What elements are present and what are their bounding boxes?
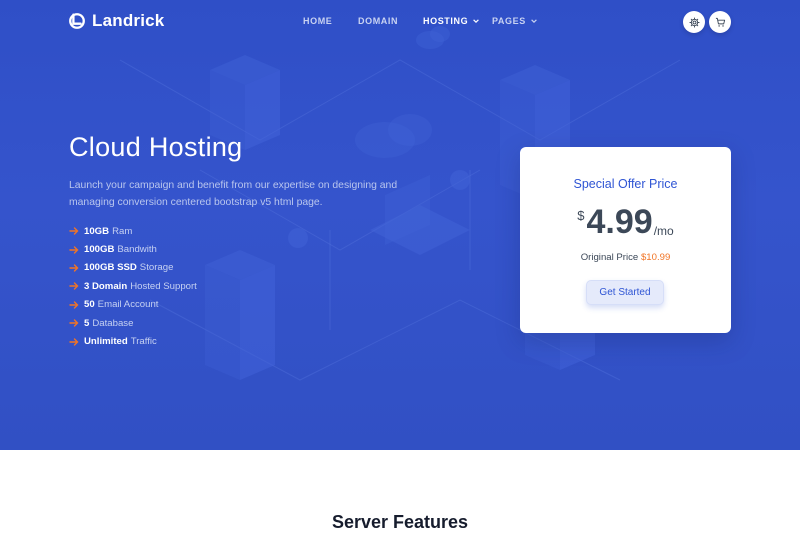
list-item: 3 Domain Hosted Support: [69, 277, 197, 295]
gear-icon: [688, 16, 700, 28]
feature-label: Traffic: [130, 336, 157, 348]
price-period: /mo: [653, 224, 674, 238]
arrow-right-icon: [69, 264, 79, 272]
cart-icon: [715, 17, 725, 27]
brand-name: Landrick: [92, 11, 165, 30]
special-offer-card: Special Offer Price $ 4.99 /mo Original …: [520, 147, 731, 333]
nav-item-home[interactable]: HOME: [303, 16, 332, 26]
nav-item-hosting[interactable]: HOSTING: [423, 16, 480, 26]
list-item: 10GB Ram: [69, 222, 197, 240]
feature-value: 10GB: [84, 225, 110, 237]
logo-icon: [69, 13, 85, 29]
feature-label: Database: [92, 317, 134, 329]
feature-label: Ram: [112, 225, 133, 237]
feature-value: 50: [84, 299, 95, 311]
arrow-right-icon: [69, 301, 79, 309]
nav-item-label: PAGES: [492, 16, 526, 26]
hero-section: Landrick HOME DOMAIN HOSTING PAGES Cloud…: [0, 0, 800, 450]
feature-label: Hosted Support: [130, 280, 197, 292]
original-price-value: $10.99: [640, 252, 671, 263]
list-item: Unlimited Traffic: [69, 332, 197, 350]
list-item: 100GB Bandwith: [69, 240, 197, 258]
original-price-label: Original Price: [580, 252, 639, 263]
feature-value: 5: [84, 317, 90, 329]
feature-value: 100GB: [84, 244, 115, 256]
section-title: Server Features: [331, 512, 469, 532]
nav-item-pages[interactable]: PAGES: [492, 16, 538, 26]
chevron-down-icon: [531, 19, 537, 24]
feature-label: Storage: [139, 262, 174, 274]
nav-item-label: HOSTING: [423, 16, 469, 26]
offer-title: Special Offer Price: [573, 177, 678, 191]
settings-button[interactable]: [683, 11, 705, 33]
arrow-right-icon: [69, 337, 79, 346]
hero-description: Launch your campaign and benefit from ou…: [69, 180, 398, 208]
feature-label: Email Account: [97, 299, 159, 311]
list-item: 100GB SSD Storage: [69, 259, 197, 277]
arrow-right-icon: [69, 227, 79, 235]
price-amount: 4.99: [586, 203, 653, 241]
hero-title: Cloud Hosting: [69, 132, 243, 162]
feature-value: 100GB SSD: [84, 262, 137, 274]
price-currency: $: [577, 208, 585, 223]
arrow-right-icon: [69, 245, 79, 254]
offer-price: $ 4.99 /mo: [520, 202, 731, 242]
feature-value: 3 Domain: [84, 280, 128, 292]
nav-item-label: HOME: [303, 16, 333, 26]
cart-button[interactable]: [709, 11, 731, 33]
arrow-right-icon: [69, 282, 79, 291]
list-item: 5 Database: [69, 314, 197, 332]
brand-logo[interactable]: Landrick: [68, 11, 164, 31]
chevron-down-icon: [473, 19, 480, 24]
feature-value: Unlimited: [84, 336, 128, 348]
feature-label: Bandwith: [117, 244, 157, 256]
original-price: Original Price $10.99: [520, 252, 731, 263]
nav-item-label: DOMAIN: [358, 16, 399, 26]
nav-item-domain[interactable]: DOMAIN: [358, 16, 398, 26]
feature-list: 10GB Ram 100GB Bandwith 100GB SSD Storag…: [69, 222, 197, 351]
get-started-button[interactable]: Get Started: [586, 280, 664, 305]
list-item: 50 Email Account: [69, 296, 197, 314]
arrow-right-icon: [69, 319, 79, 327]
